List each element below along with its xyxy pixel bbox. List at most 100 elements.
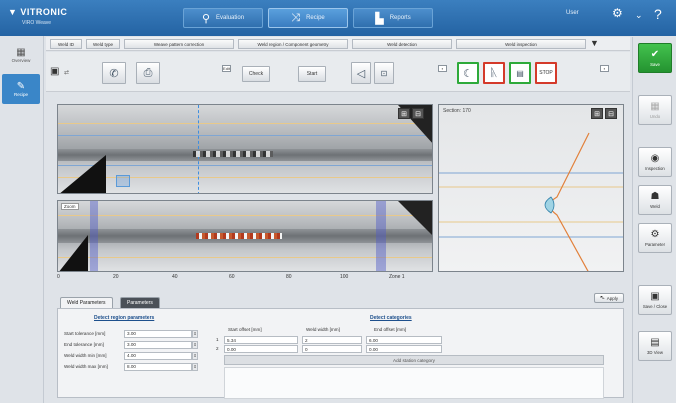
moon-icon: ☾ bbox=[463, 67, 473, 80]
scan-zoom-out-icon[interactable]: ⊟ bbox=[412, 108, 424, 119]
shuffle-icon: ⤨ bbox=[291, 11, 301, 24]
spinner-icon[interactable]: ⇕ bbox=[192, 340, 198, 349]
profile-plot bbox=[439, 132, 623, 271]
category-cell-input[interactable]: 0.00 bbox=[366, 345, 442, 353]
region-params-list: Start tolerance [mm] 3.00 ⇕ End toleranc… bbox=[64, 329, 198, 371]
inspection-button[interactable]: ◉ Inspection bbox=[638, 147, 672, 177]
nav-item-recipe[interactable]: ✎ Recipe bbox=[2, 74, 40, 104]
undo-button[interactable]: ▦ Undo bbox=[638, 95, 672, 125]
axis-tick: 20 bbox=[113, 274, 119, 280]
spinner-icon[interactable]: ⇕ bbox=[192, 362, 198, 371]
rail-label: Save bbox=[650, 62, 660, 67]
apply-label: Apply bbox=[606, 295, 618, 301]
rail-label: Undo bbox=[649, 114, 661, 119]
stop-button[interactable]: STOP bbox=[535, 62, 557, 84]
weld-button[interactable]: ☗ Weld bbox=[638, 185, 672, 215]
sound-button[interactable]: ◁ bbox=[351, 62, 371, 84]
tab-weld-parameters[interactable]: Weld Parameters bbox=[60, 297, 113, 308]
step-weld-region[interactable]: Weld region / Component geometry bbox=[238, 39, 348, 49]
axis-tick: Zone 1 bbox=[389, 274, 405, 280]
track-button[interactable]: ᚣ bbox=[483, 62, 505, 84]
search-icon: ⚲ bbox=[201, 12, 211, 25]
param-value-input[interactable]: 4.00 bbox=[124, 351, 192, 360]
category-cell-input[interactable]: 2 bbox=[302, 336, 362, 344]
weld-scan-detail[interactable]: Zoom bbox=[57, 200, 433, 272]
save-close-button[interactable]: ▣ Save / Close bbox=[638, 285, 672, 315]
check-button[interactable]: Check bbox=[242, 66, 270, 82]
zoom-label[interactable]: Zoom bbox=[61, 203, 79, 210]
app-subtitle: VIRO Weave bbox=[22, 20, 52, 26]
app-logo: ▼ VITRONIC bbox=[8, 7, 68, 17]
chevron-down-icon[interactable]: ⌄ bbox=[635, 10, 643, 21]
category-cell-input[interactable]: 0.00 bbox=[224, 345, 298, 353]
axis-tick: 40 bbox=[172, 274, 178, 280]
grid-header: Weld width [mm] bbox=[306, 327, 340, 332]
help-icon[interactable]: ? bbox=[654, 6, 662, 22]
param-value-input[interactable]: 8.00 bbox=[124, 362, 192, 371]
phone-button[interactable]: ✆ bbox=[102, 62, 126, 84]
small-edit-button[interactable]: Edit bbox=[222, 65, 231, 72]
rail-label: Weld bbox=[650, 204, 660, 209]
left-nav: ▦ Overview ✎ Recipe bbox=[0, 36, 44, 403]
spinner-icon[interactable]: ⇕ bbox=[192, 351, 198, 360]
nav-item-overview[interactable]: ▦ Overview bbox=[2, 40, 40, 70]
3d-view-button[interactable]: ▤ 3D View bbox=[638, 331, 672, 361]
gear-icon[interactable]: ⚙ bbox=[612, 6, 623, 20]
param-value-input[interactable]: 3.00 bbox=[124, 340, 192, 349]
tab-parameters[interactable]: Parameters bbox=[120, 297, 160, 308]
action-toolbar: ▣ ⇄ ✆ ⎙ Edit Check Start ◁ ⊡ ▪ ☾ ᚣ ▤ STO… bbox=[46, 52, 630, 92]
right-action-rail: ✔ Save ▦ Undo ◉ Inspection ☗ Weld ⚙ Para… bbox=[632, 37, 676, 403]
start-button[interactable]: Start bbox=[298, 66, 326, 82]
step-weld-type[interactable]: Weld type bbox=[86, 39, 120, 49]
axis-tick: 0 bbox=[57, 274, 60, 280]
log-button[interactable]: ▤ bbox=[509, 62, 531, 84]
stop-label: STOP bbox=[539, 70, 553, 76]
weld-scan-overview[interactable]: ⊞ ⊟ bbox=[57, 104, 433, 194]
scan-zoom-in-icon[interactable]: ⊞ bbox=[398, 108, 410, 119]
add-category-button[interactable]: Add station category bbox=[224, 355, 604, 365]
step-weave-correction[interactable]: Weave pattern correction bbox=[124, 39, 234, 49]
category-cell-input[interactable]: 6.00 bbox=[366, 336, 442, 344]
tab-reports[interactable]: ▙ Reports bbox=[353, 8, 433, 28]
step-weld-detection[interactable]: Weld detection bbox=[352, 39, 452, 49]
step-weld-id[interactable]: Weld ID bbox=[50, 39, 82, 49]
zoom-button[interactable]: ⊡ bbox=[374, 62, 394, 84]
print-button[interactable]: ⎙ bbox=[136, 62, 160, 84]
list-icon: ▤ bbox=[516, 68, 524, 78]
seam-button[interactable]: ☾ bbox=[457, 62, 479, 84]
tab-evaluation[interactable]: ⚲ Evaluation bbox=[183, 8, 263, 28]
scan-axis: 0 20 40 60 80 100 Zone 1 bbox=[57, 274, 433, 284]
step-toolbar: Weld ID Weld type Weave pattern correcti… bbox=[46, 37, 630, 51]
category-cell-input[interactable]: 0 bbox=[302, 345, 362, 353]
param-label: Start tolerance [mm] bbox=[64, 331, 106, 336]
apply-button[interactable]: ⛍ Apply bbox=[594, 293, 624, 303]
param-row: Weld width max [mm] 8.00 ⇕ bbox=[64, 362, 198, 371]
spinner-icon[interactable]: ⇕ bbox=[192, 329, 198, 338]
nav-item-label: Overview bbox=[11, 58, 31, 63]
step-weld-inspection[interactable]: Weld inspection bbox=[456, 39, 586, 49]
cross-section-profile[interactable]: Section: 170 ⊞ ⊟ bbox=[438, 104, 624, 272]
categories-title: Detect categories bbox=[370, 315, 412, 321]
save-button[interactable]: ✔ Save bbox=[638, 43, 672, 73]
app-window: ▼ VITRONIC VIRO Weave ⚲ Evaluation ⤨ Rec… bbox=[0, 0, 676, 403]
tab-recipe[interactable]: ⤨ Recipe bbox=[268, 8, 348, 28]
check-icon: ✔ bbox=[650, 49, 660, 60]
walk-icon: ᚣ bbox=[490, 67, 498, 79]
category-cell-input[interactable]: 5.34 bbox=[224, 336, 298, 344]
nav-item-label: Recipe bbox=[13, 92, 28, 97]
grid-header: End offset [mm] bbox=[374, 327, 407, 332]
image-icon[interactable]: ▣ bbox=[50, 66, 59, 77]
phone-icon: ✆ bbox=[109, 67, 119, 80]
category-list-area bbox=[224, 367, 604, 399]
parameter-button[interactable]: ⚙ Parameter bbox=[638, 223, 672, 253]
tab-recipe-label: Recipe bbox=[306, 15, 325, 21]
small-toggle-button[interactable]: ▪ bbox=[438, 65, 447, 72]
small-menu-button[interactable]: ▪ bbox=[600, 65, 609, 72]
param-label: Weld width max [mm] bbox=[64, 364, 108, 369]
user-label[interactable]: User bbox=[566, 10, 579, 16]
param-value-input[interactable]: 3.00 bbox=[124, 329, 192, 338]
speaker-icon: ◁ bbox=[356, 67, 366, 80]
robot-icon: ☗ bbox=[650, 191, 660, 202]
dropdown-arrow-icon[interactable]: ▼ bbox=[590, 38, 599, 48]
expand-icon[interactable]: ⇄ bbox=[64, 69, 69, 76]
